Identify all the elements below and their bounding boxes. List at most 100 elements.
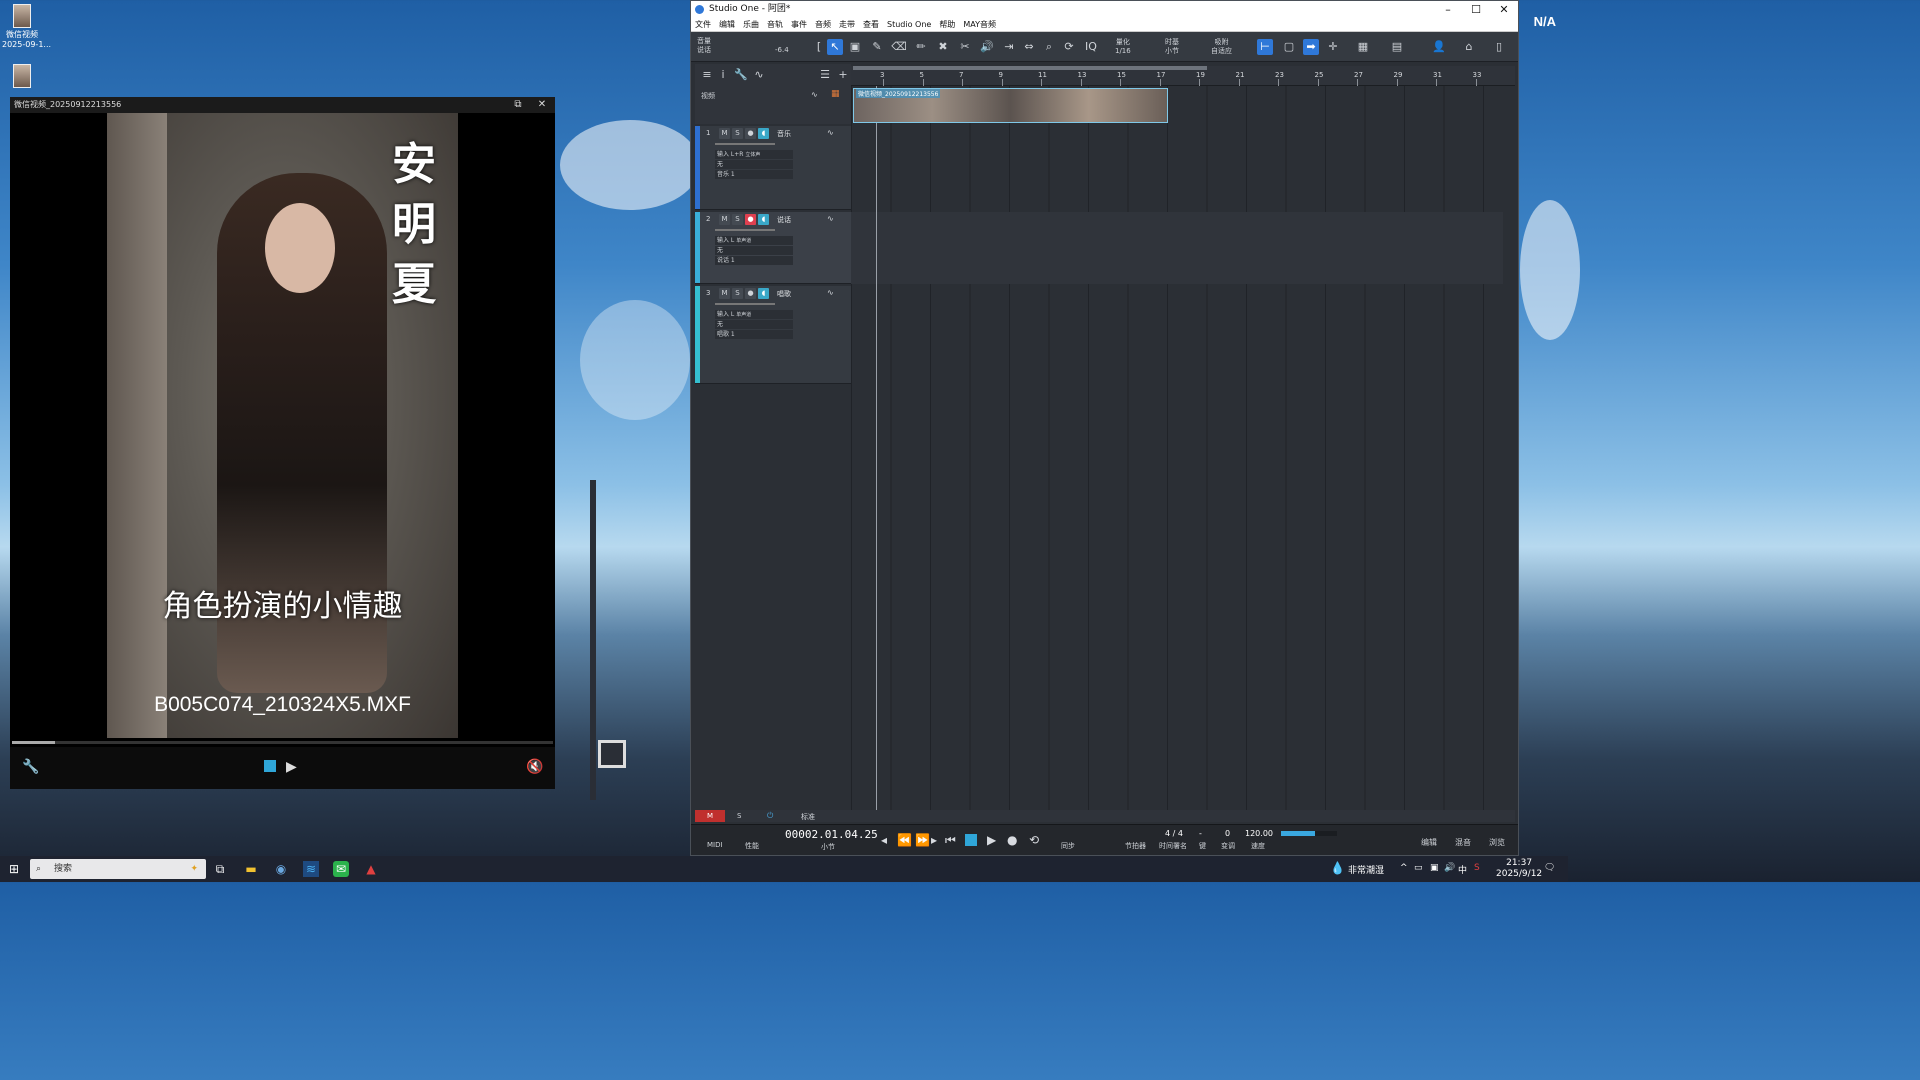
input-select[interactable]: 输入 L+R 立体声 xyxy=(715,150,793,159)
track-name[interactable]: 音乐 xyxy=(777,129,791,139)
track-header-1[interactable]: 1 M S ● ◖ 音乐 ∿ 输入 L+R 立体声 无 音乐 1 xyxy=(695,126,851,210)
close-icon[interactable]: ✕ xyxy=(1490,1,1518,18)
menu-item[interactable]: 乐曲 xyxy=(743,20,759,29)
automation-icon[interactable]: ∿ xyxy=(751,67,767,83)
studio-one-window[interactable]: Studio One - 阿团* – ☐ ✕ 文件 编辑 乐曲 音轨 事件 音频 走带 查看 S… xyxy=(690,0,1519,856)
wechat-icon[interactable]: ✉ xyxy=(333,861,349,877)
split-tool-icon[interactable]: ✂ xyxy=(957,39,973,55)
video-clip[interactable]: 微信视频_20250912213556 xyxy=(853,88,1168,123)
select-tool-icon[interactable]: ▣ xyxy=(847,39,863,55)
sub-select[interactable]: 无 xyxy=(715,160,793,169)
loop-icon[interactable]: ⟲ xyxy=(1029,833,1039,847)
mute-all-button[interactable]: M xyxy=(695,810,725,822)
list-menu-icon[interactable]: ≡ xyxy=(699,67,715,83)
waveform-icon[interactable]: ∿ xyxy=(827,128,834,137)
panel-icon[interactable]: ▯ xyxy=(1491,39,1507,55)
film-icon[interactable]: ▦ xyxy=(831,89,840,99)
paint-tool-icon[interactable]: ✎ xyxy=(869,39,885,55)
close-icon[interactable]: ✕ xyxy=(535,97,549,113)
add-track-icon[interactable]: + xyxy=(835,67,851,83)
home-icon[interactable]: ⌂ xyxy=(1461,39,1477,55)
menu-item[interactable]: 编辑 xyxy=(719,20,735,29)
snap-box[interactable]: 吸附 自适应 xyxy=(1211,38,1232,56)
clock[interactable]: 21:37 2025/9/12 xyxy=(1496,858,1542,880)
network-icon[interactable]: ▭ xyxy=(1414,863,1423,873)
loop-range[interactable] xyxy=(853,66,1207,70)
menu-item[interactable]: Studio One xyxy=(887,20,931,29)
video-player-window[interactable]: 微信视频_20250912213556 ⧉ ✕ 安明夏 角色扮演的小情趣 B00… xyxy=(10,97,555,789)
studio-titlebar[interactable]: Studio One - 阿团* – ☐ ✕ xyxy=(691,1,1518,18)
desktop-icon-video[interactable]: 微信视频 2025-09-1... xyxy=(2,4,51,50)
record-arm-button[interactable]: ● xyxy=(745,214,756,225)
arrange-grid[interactable] xyxy=(851,86,1503,811)
output-select[interactable]: 说话 1 xyxy=(715,256,793,265)
menu-item[interactable]: 走带 xyxy=(839,20,855,29)
pip-icon[interactable]: ⧉ xyxy=(511,97,525,113)
ime-indicator[interactable]: 中 xyxy=(1458,863,1467,876)
volume-icon[interactable]: 🔊 xyxy=(1444,863,1455,873)
return-zero-icon[interactable]: ⏮ xyxy=(945,833,956,848)
track-list-icon[interactable]: ☰ xyxy=(817,67,833,83)
mix-button[interactable]: 混音 xyxy=(1455,837,1471,848)
solo-button[interactable]: S xyxy=(732,214,743,225)
display-icon[interactable]: ▣ xyxy=(1430,863,1439,873)
record-icon[interactable]: ● xyxy=(1007,833,1017,847)
studio-one-taskbar-icon[interactable]: ≋ xyxy=(303,861,319,877)
menu-item[interactable]: MAY音频 xyxy=(963,20,996,29)
zoom-tool-icon[interactable]: ⌕ xyxy=(1041,39,1057,55)
play-icon[interactable]: ▶ xyxy=(286,759,297,775)
notification-icon[interactable]: 🗨 xyxy=(1544,863,1555,873)
windows-start-icon[interactable]: ⊞ xyxy=(6,861,22,877)
browser-icon[interactable]: ◉ xyxy=(273,861,289,877)
mute-tool-icon[interactable]: ✖ xyxy=(935,39,951,55)
user-icon[interactable]: 👤 xyxy=(1431,39,1447,55)
output-select[interactable]: 音乐 1 xyxy=(715,170,793,179)
play-icon[interactable]: ▶ xyxy=(987,833,996,847)
mute-button[interactable]: M xyxy=(719,214,730,225)
monitor-button[interactable]: ◖ xyxy=(758,214,769,225)
menu-item[interactable]: 帮助 xyxy=(939,20,955,29)
stop-icon[interactable] xyxy=(965,834,977,846)
autoscroll-icon[interactable]: ⟳ xyxy=(1061,39,1077,55)
track-name[interactable]: 唱歌 xyxy=(777,289,791,299)
video-track-header[interactable]: 视频 ∿ ▦ xyxy=(695,86,851,124)
wrench-icon[interactable]: 🔧 xyxy=(22,759,39,775)
browse-button[interactable]: 浏览 xyxy=(1489,837,1505,848)
player-titlebar[interactable]: 微信视频_20250912213556 ⧉ ✕ xyxy=(10,97,555,113)
snap-toggle-icon[interactable]: ⊢ xyxy=(1257,39,1273,55)
listen-tool-icon[interactable]: 🔊 xyxy=(979,39,995,55)
task-view-icon[interactable]: ⧉ xyxy=(212,861,228,877)
eraser-tool-icon[interactable]: ⌫ xyxy=(891,39,907,55)
file-explorer-icon[interactable]: ▬ xyxy=(243,861,259,877)
forward-icon[interactable]: ⏩ xyxy=(915,833,930,847)
position-display[interactable]: 00002.01.04.25 xyxy=(785,828,878,841)
output-select[interactable]: 唱歌 1 xyxy=(715,330,793,339)
solo-button[interactable]: S xyxy=(732,288,743,299)
sub-select[interactable]: 无 xyxy=(715,246,793,255)
monitor-button[interactable]: ◖ xyxy=(758,128,769,139)
inspector-icon[interactable]: i xyxy=(715,67,731,83)
selected-track-lane[interactable] xyxy=(851,212,1503,284)
mute-icon[interactable]: 🔇 xyxy=(526,759,543,775)
pencil-tool-icon[interactable]: ✏ xyxy=(913,39,929,55)
tray-chevron-icon[interactable]: ^ xyxy=(1400,863,1408,873)
timebase-box[interactable]: 时基 小节 xyxy=(1165,38,1179,56)
loop-follow-icon[interactable]: ▢ xyxy=(1281,39,1297,55)
arrow-tool-icon[interactable]: ↖ xyxy=(827,39,843,55)
tempo-value[interactable]: 120.00 xyxy=(1245,829,1273,838)
range-tool-icon[interactable]: [ xyxy=(811,39,827,55)
solo-button[interactable]: S xyxy=(732,128,743,139)
timeline-ruler[interactable]: 3 5 7 9 11 13 15 17 19 21 23 25 27 29 31 33 xyxy=(851,66,1515,86)
bend-tool-icon[interactable]: ⇥ xyxy=(1001,39,1017,55)
record-arm-button[interactable]: ● xyxy=(745,128,756,139)
grid-view-icon[interactable]: ▦ xyxy=(1355,39,1371,55)
taskbar-search[interactable]: ⌕ 搜索 ✦ xyxy=(30,859,206,879)
sub-select[interactable]: 无 xyxy=(715,320,793,329)
maximize-icon[interactable]: ☐ xyxy=(1462,1,1490,18)
time-signature[interactable]: 4 / 4 xyxy=(1165,829,1183,838)
volume-slider[interactable] xyxy=(715,143,775,145)
input-select[interactable]: 输入 L 单声道 xyxy=(715,236,793,245)
edit-button[interactable]: 编辑 xyxy=(1421,837,1437,848)
menu-item[interactable]: 音频 xyxy=(815,20,831,29)
mute-button[interactable]: M xyxy=(719,128,730,139)
